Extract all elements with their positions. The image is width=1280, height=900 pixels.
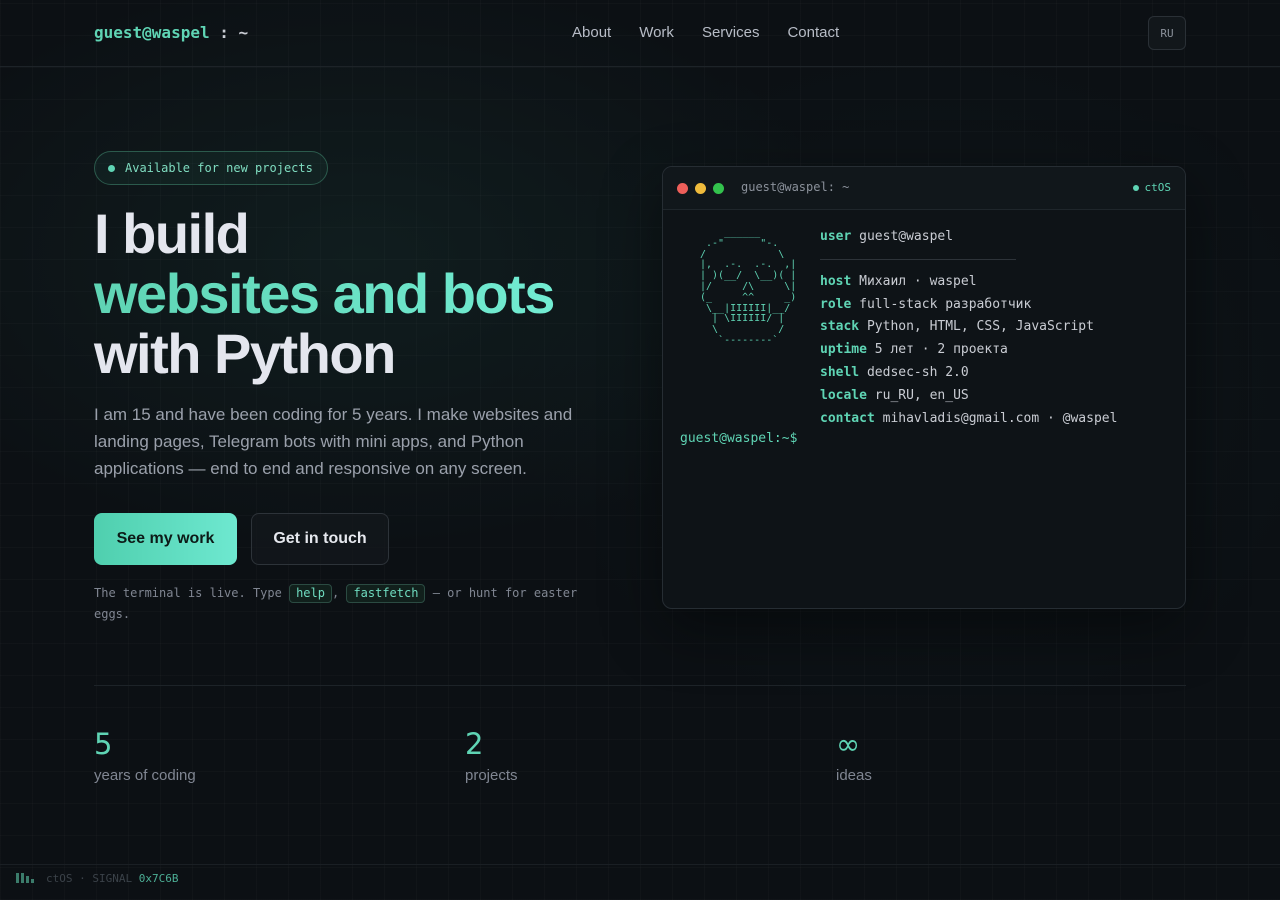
status-dot-icon bbox=[108, 164, 115, 172]
info-value: Python, HTML, CSS, JavaScript bbox=[866, 319, 1094, 335]
info-value: full-stack разработчик bbox=[859, 296, 1032, 312]
language-toggle-button[interactable]: RU bbox=[1148, 16, 1186, 50]
stat-number: 5 bbox=[94, 727, 113, 761]
see-my-work-button[interactable]: See my work bbox=[94, 513, 237, 565]
signal-bars-icon bbox=[16, 873, 34, 883]
terminal-title: guest@waspel: ~ bbox=[741, 180, 850, 194]
info-key: user bbox=[820, 229, 852, 244]
info-key: host bbox=[820, 273, 852, 289]
os-indicator: ctOS bbox=[1132, 181, 1172, 194]
nav-link-contact[interactable]: Contact bbox=[787, 24, 839, 41]
get-in-touch-button[interactable]: Get in touch bbox=[251, 513, 389, 565]
info-row-locale: locale ru_RU, en_US bbox=[820, 385, 1117, 408]
nav-link-work[interactable]: Work bbox=[639, 24, 674, 41]
brand-path: : ~ bbox=[209, 23, 249, 42]
minimize-dot-icon bbox=[695, 183, 706, 194]
stat-label: ideas bbox=[836, 767, 872, 784]
top-bar: guest@waspel : ~ About Work Services Con… bbox=[0, 0, 1280, 67]
status-footer: ctOS · SIGNAL 0x7C6B bbox=[0, 864, 1280, 900]
info-key: shell bbox=[820, 364, 860, 380]
hero-title: I build websites and bots with Python bbox=[94, 202, 555, 385]
info-key: uptime bbox=[820, 342, 867, 358]
info-row-host: host Михаил · waspel bbox=[820, 271, 1117, 294]
info-value: guest@waspel bbox=[859, 229, 954, 244]
hint-comma: , bbox=[331, 586, 347, 600]
section-divider bbox=[94, 685, 1186, 686]
info-value: ru_RU, en_US bbox=[874, 387, 969, 403]
close-dot-icon bbox=[677, 183, 688, 194]
info-value: Михаил · waspel bbox=[859, 273, 977, 289]
nav-link-about[interactable]: About bbox=[572, 24, 611, 41]
info-row-shell: shell dedsec-sh 2.0 bbox=[820, 362, 1117, 385]
info-key: locale bbox=[820, 387, 867, 403]
nav-link-services[interactable]: Services bbox=[702, 24, 760, 41]
availability-badge: Available for new projects bbox=[94, 151, 328, 185]
stat-years: 5 years of coding bbox=[94, 727, 196, 784]
hint-command-help: help bbox=[289, 584, 332, 603]
maximize-dot-icon bbox=[713, 183, 724, 194]
fastfetch-info: user guest@waspel host Михаил · waspel r… bbox=[820, 226, 1117, 430]
terminal-window[interactable]: guest@waspel: ~ ctOS ______ .-" "-. / \ … bbox=[662, 166, 1186, 609]
info-key: stack bbox=[820, 319, 860, 335]
footer-separator: · bbox=[72, 872, 93, 885]
stat-projects: 2 projects bbox=[465, 727, 518, 784]
terminal-hint: The terminal is live. Type help, fastfet… bbox=[94, 583, 614, 625]
info-row-user: user guest@waspel bbox=[820, 226, 1117, 249]
stat-number: ∞ bbox=[836, 727, 861, 761]
info-key: contact bbox=[820, 410, 875, 426]
hero-description: I am 15 and have been coding for 5 years… bbox=[94, 405, 573, 478]
stat-label: years of coding bbox=[94, 767, 196, 784]
hint-command-fastfetch: fastfetch bbox=[346, 584, 426, 603]
info-row-contact: contact mihavladis@gmail.com · @waspel bbox=[820, 408, 1117, 431]
terminal-prompt-input[interactable]: guest@waspel:~$ bbox=[680, 431, 797, 446]
footer-os: ctOS bbox=[46, 872, 73, 885]
brand-user: guest@waspel bbox=[94, 23, 210, 42]
info-key: role bbox=[820, 296, 852, 312]
stat-label: projects bbox=[465, 767, 518, 784]
terminal-titlebar: guest@waspel: ~ ctOS bbox=[663, 167, 1185, 210]
info-row-role: role full-stack разработчик bbox=[820, 294, 1117, 317]
info-row-uptime: uptime 5 лет · 2 проекта bbox=[820, 339, 1117, 362]
stat-number: 2 bbox=[465, 727, 484, 761]
hero-title-line1: I build bbox=[94, 202, 250, 265]
footer-signal-hex: 0x7C6B bbox=[138, 872, 179, 885]
info-value: dedsec-sh 2.0 bbox=[866, 364, 969, 380]
main-nav: About Work Services Contact bbox=[572, 24, 839, 41]
footer-status: ctOS · SIGNAL 0x7C6B bbox=[46, 872, 178, 885]
info-value: 5 лет · 2 проекта bbox=[874, 342, 1008, 358]
info-value: mihavladis@gmail.com · @waspel bbox=[882, 410, 1118, 426]
availability-text: Available for new projects bbox=[125, 161, 313, 175]
status-dot-icon bbox=[1132, 184, 1139, 191]
hint-prefix: The terminal is live. Type bbox=[94, 586, 290, 600]
info-row-stack: stack Python, HTML, CSS, JavaScript bbox=[820, 316, 1117, 339]
stat-ideas: ∞ ideas bbox=[836, 727, 872, 784]
os-label: ctOS bbox=[1144, 181, 1172, 194]
hero-title-line3: with Python bbox=[94, 322, 396, 385]
info-divider bbox=[820, 258, 1016, 260]
footer-signal-label: SIGNAL bbox=[92, 872, 139, 885]
hero-title-accent: websites and bots bbox=[94, 262, 555, 325]
skull-ascii-art: ______ .-" "-. / \ |, .-. .-. ,| | )(__/… bbox=[700, 227, 797, 346]
brand-logo[interactable]: guest@waspel : ~ bbox=[94, 23, 248, 42]
